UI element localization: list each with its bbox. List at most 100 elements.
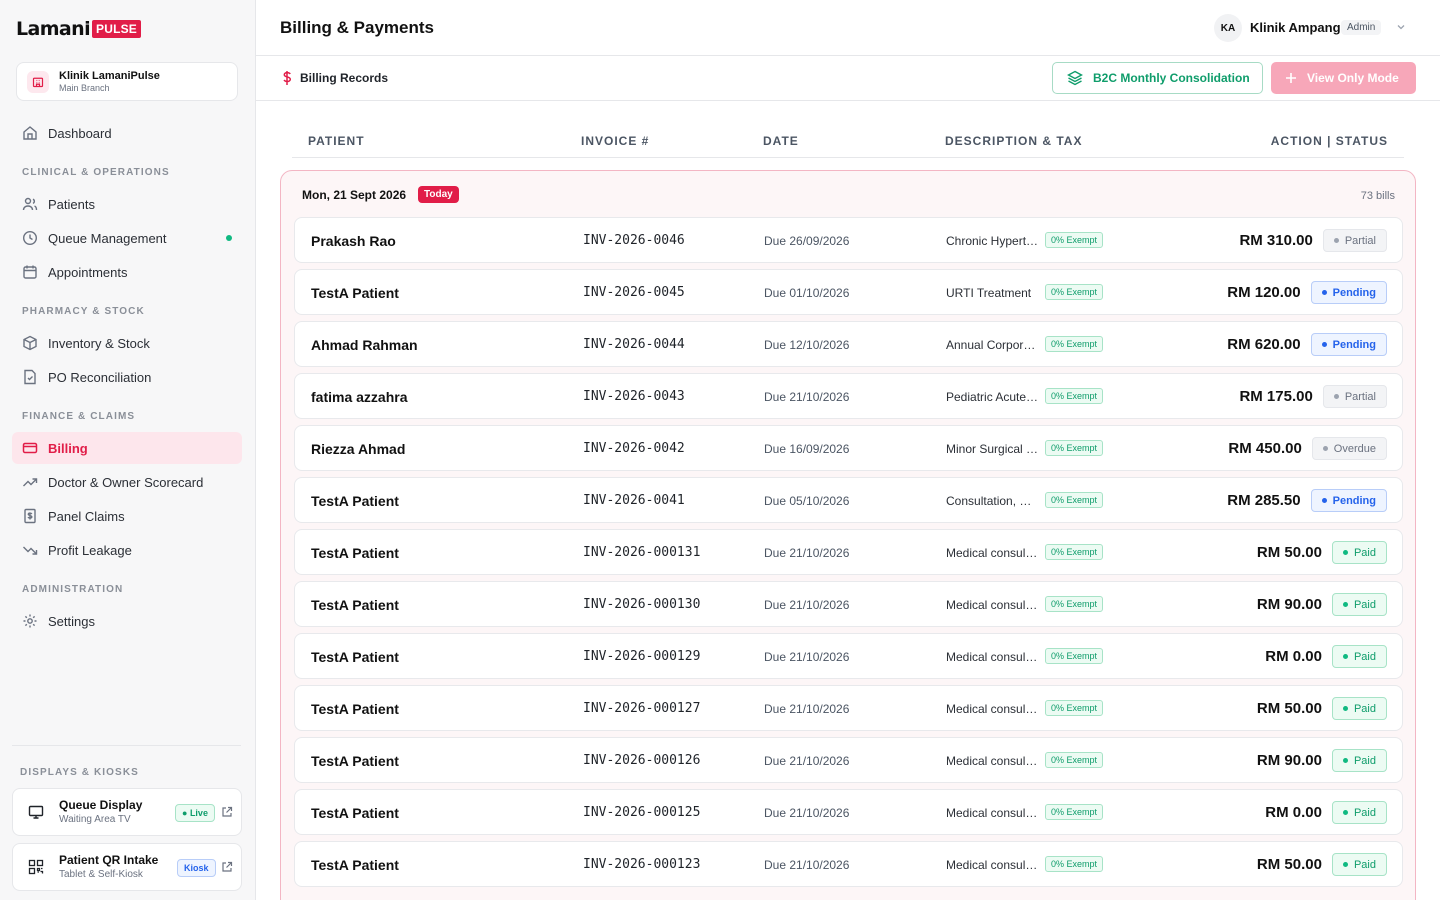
status-label: Partial bbox=[1344, 234, 1376, 247]
b2c-consolidation-button[interactable]: B2C Monthly Consolidation bbox=[1052, 62, 1263, 94]
invoice-number[interactable]: INV-2026-0045 bbox=[583, 285, 685, 300]
patient-name[interactable]: Riezza Ahmad bbox=[311, 441, 405, 457]
sidebar-item-panel-claims[interactable]: Panel Claims bbox=[12, 500, 242, 532]
table-row[interactable]: TestA Patient INV-2026-000127 Due 21/10/20… bbox=[294, 685, 1403, 731]
invoice-number[interactable]: INV-2026-0046 bbox=[583, 233, 685, 248]
patient-name[interactable]: TestA Patient bbox=[311, 701, 399, 717]
status-badge[interactable]: Paid bbox=[1331, 853, 1387, 876]
sidebar-item-dashboard[interactable]: Dashboard bbox=[12, 117, 242, 149]
table-row[interactable]: TestA Patient INV-2026-000125 Due 21/10/20… bbox=[294, 789, 1403, 835]
sidebar-item-inventory[interactable]: Inventory & Stock bbox=[12, 327, 242, 359]
sidebar-item-patients[interactable]: Patients bbox=[12, 188, 242, 220]
table-row[interactable]: TestA Patient INV-2026-000130 Due 21/10/20… bbox=[294, 581, 1403, 627]
tax-badge: 0% Exempt bbox=[1045, 804, 1104, 820]
invoice-number[interactable]: INV-2026-0042 bbox=[583, 441, 685, 456]
avatar[interactable]: KA bbox=[1214, 14, 1242, 42]
patient-name[interactable]: TestA Patient bbox=[311, 857, 399, 873]
patient-name[interactable]: fatima azzahra bbox=[311, 389, 407, 405]
invoice-number[interactable]: INV-2026-000123 bbox=[583, 857, 700, 872]
tax-badge: 0% Exempt bbox=[1045, 544, 1104, 560]
description: Medical consultation bbox=[946, 858, 1040, 872]
invoice-number[interactable]: INV-2026-0043 bbox=[583, 389, 685, 404]
patient-name[interactable]: Prakash Rao bbox=[311, 233, 396, 249]
status-badge[interactable]: Partial bbox=[1322, 385, 1387, 408]
column-header-action-status[interactable]: ACTION | STATUS bbox=[1271, 134, 1388, 148]
live-badge-label: Live bbox=[189, 808, 208, 818]
sidebar-item-billing[interactable]: Billing bbox=[12, 432, 242, 464]
credit-card-icon bbox=[22, 442, 38, 454]
nav-section-clinical: CLINICAL & OPERATIONS bbox=[22, 167, 170, 178]
tax-badge: 0% Exempt bbox=[1045, 336, 1104, 352]
patient-name[interactable]: TestA Patient bbox=[311, 753, 399, 769]
status-badge[interactable]: Paid bbox=[1331, 593, 1387, 616]
brand-logo[interactable]: Lamani PULSE bbox=[16, 18, 142, 40]
chevron-down-icon[interactable] bbox=[1396, 22, 1406, 32]
sidebar-item-profit-leakage[interactable]: Profit Leakage bbox=[12, 534, 242, 566]
invoice-number[interactable]: INV-2026-000125 bbox=[583, 805, 700, 820]
view-only-mode-button[interactable]: View Only Mode bbox=[1271, 62, 1416, 94]
invoice-number[interactable]: INV-2026-000127 bbox=[583, 701, 700, 716]
tax-badge: 0% Exempt bbox=[1045, 440, 1104, 456]
table-row[interactable]: Ahmad Rahman INV-2026-0044 Due 12/10/2026 A… bbox=[294, 321, 1403, 367]
bill-amount: RM 0.00 bbox=[1265, 648, 1322, 665]
invoice-number[interactable]: INV-2026-000131 bbox=[583, 545, 700, 560]
table-row[interactable]: TestA Patient INV-2026-000126 Due 21/10/20… bbox=[294, 737, 1403, 783]
status-dot bbox=[1342, 654, 1348, 659]
user-name[interactable]: Klinik Ampang bbox=[1250, 20, 1341, 35]
invoice-number[interactable]: INV-2026-000129 bbox=[583, 649, 700, 664]
status-badge[interactable]: Paid bbox=[1331, 749, 1387, 772]
sidebar-item-po-reconciliation[interactable]: PO Reconciliation bbox=[12, 361, 242, 393]
external-link-icon[interactable] bbox=[221, 806, 233, 818]
amount-status: RM 0.00 Paid bbox=[1265, 801, 1387, 824]
due-date: Due 16/09/2026 bbox=[764, 442, 850, 456]
invoice-number[interactable]: INV-2026-000126 bbox=[583, 753, 700, 768]
sidebar-item-scorecard[interactable]: Doctor & Owner Scorecard bbox=[12, 466, 242, 498]
status-badge[interactable]: Pending bbox=[1310, 333, 1387, 356]
column-header-invoice[interactable]: INVOICE # bbox=[581, 134, 649, 148]
column-header-date[interactable]: DATE bbox=[763, 134, 799, 148]
invoice-number[interactable]: INV-2026-0044 bbox=[583, 337, 685, 352]
qr-intake-card[interactable]: Patient QR Intake Tablet & Self-Kiosk Ki… bbox=[12, 843, 242, 891]
status-badge[interactable]: Paid bbox=[1331, 801, 1387, 824]
patient-name[interactable]: Ahmad Rahman bbox=[311, 337, 418, 353]
status-dot bbox=[1321, 498, 1327, 503]
status-badge[interactable]: Pending bbox=[1310, 281, 1387, 304]
invoice-number[interactable]: INV-2026-000130 bbox=[583, 597, 700, 612]
table-row[interactable]: TestA Patient INV-2026-0041 Due 05/10/2026… bbox=[294, 477, 1403, 523]
table-row[interactable]: TestA Patient INV-2026-0045 Due 01/10/2026… bbox=[294, 269, 1403, 315]
due-date: Due 26/09/2026 bbox=[764, 234, 850, 248]
patient-name[interactable]: TestA Patient bbox=[311, 805, 399, 821]
clinic-switcher[interactable]: Klinik LamaniPulse Main Branch bbox=[16, 62, 238, 101]
patient-name[interactable]: TestA Patient bbox=[311, 493, 399, 509]
status-badge[interactable]: Paid bbox=[1331, 697, 1387, 720]
amount-status: RM 310.00 Partial bbox=[1239, 229, 1387, 252]
patient-name[interactable]: TestA Patient bbox=[311, 649, 399, 665]
table-row[interactable]: Prakash Rao INV-2026-0046 Due 26/09/2026 Ch… bbox=[294, 217, 1403, 263]
patient-name[interactable]: TestA Patient bbox=[311, 597, 399, 613]
brand-pulse: PULSE bbox=[92, 20, 142, 38]
table-row[interactable]: TestA Patient INV-2026-000123 Due 21/10/20… bbox=[294, 841, 1403, 887]
live-badge: ● Live bbox=[175, 804, 215, 822]
queue-display-card[interactable]: Queue Display Waiting Area TV ● Live bbox=[12, 788, 242, 836]
status-badge[interactable]: Partial bbox=[1322, 229, 1387, 252]
column-header-patient[interactable]: PATIENT bbox=[308, 134, 365, 148]
patient-name[interactable]: TestA Patient bbox=[311, 285, 399, 301]
sidebar-item-appointments[interactable]: Appointments bbox=[12, 256, 242, 288]
table-row[interactable]: TestA Patient INV-2026-000129 Due 21/10/20… bbox=[294, 633, 1403, 679]
sidebar-item-queue[interactable]: Queue Management bbox=[12, 222, 242, 254]
status-badge[interactable]: Pending bbox=[1310, 489, 1387, 512]
status-badge[interactable]: Overdue bbox=[1311, 437, 1387, 460]
sidebar-item-settings[interactable]: Settings bbox=[12, 605, 242, 637]
table-row[interactable]: TestA Patient INV-2026-000131 Due 21/10/20… bbox=[294, 529, 1403, 575]
column-header-description[interactable]: DESCRIPTION & TAX bbox=[945, 134, 1082, 148]
invoice-number[interactable]: INV-2026-0041 bbox=[583, 493, 685, 508]
status-badge[interactable]: Paid bbox=[1331, 645, 1387, 668]
table-row[interactable]: fatima azzahra INV-2026-0043 Due 21/10/202… bbox=[294, 373, 1403, 419]
external-link-icon[interactable] bbox=[221, 861, 233, 873]
patient-name[interactable]: TestA Patient bbox=[311, 545, 399, 561]
bill-amount: RM 310.00 bbox=[1239, 232, 1313, 249]
bill-amount: RM 90.00 bbox=[1256, 596, 1322, 613]
bill-amount: RM 285.50 bbox=[1227, 492, 1301, 509]
status-badge[interactable]: Paid bbox=[1331, 541, 1387, 564]
table-row[interactable]: Riezza Ahmad INV-2026-0042 Due 16/09/2026 M… bbox=[294, 425, 1403, 471]
